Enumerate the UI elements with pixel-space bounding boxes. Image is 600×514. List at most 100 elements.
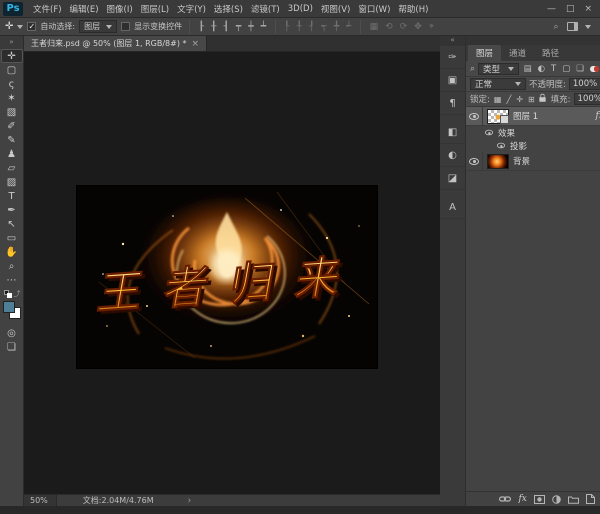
- filter-adjustment-layers-icon[interactable]: ◐: [536, 64, 546, 74]
- auto-align-icon[interactable]: ▦: [368, 22, 380, 32]
- move-tool[interactable]: ✛: [1, 49, 23, 63]
- visibility-toggle[interactable]: [466, 107, 483, 125]
- distribute-center-h-icon[interactable]: ╀: [295, 22, 303, 32]
- background-thumbnail[interactable]: [487, 154, 509, 169]
- 3d-roll-icon[interactable]: ⟳: [398, 22, 409, 32]
- blend-mode-dropdown[interactable]: 正常: [470, 78, 526, 90]
- menu-select[interactable]: 选择(S): [210, 3, 247, 15]
- eraser-tool[interactable]: ▱: [1, 161, 23, 175]
- add-layer-mask-icon[interactable]: [534, 495, 545, 504]
- opacity-field[interactable]: 100%: [569, 78, 600, 90]
- collapse-to-icons[interactable]: «: [466, 36, 600, 45]
- brush-tool[interactable]: ✎: [1, 133, 23, 147]
- lock-all-icon[interactable]: [539, 97, 545, 102]
- menu-file[interactable]: 文件(F): [29, 3, 66, 15]
- canvas-area[interactable]: 王者归来 王者归来: [24, 52, 440, 494]
- adjustments-panel-icon[interactable]: ◧: [440, 121, 466, 144]
- lock-artboard-icon[interactable]: ⊞: [527, 95, 536, 104]
- menu-help[interactable]: 帮助(H): [394, 3, 432, 15]
- quick-mask-button[interactable]: ◎: [1, 326, 23, 340]
- swap-colors-icon[interactable]: ⤴: [14, 289, 21, 299]
- show-transform-checkbox[interactable]: [121, 22, 130, 31]
- 3d-rotate-icon[interactable]: ⟲: [384, 22, 395, 32]
- link-layers-icon[interactable]: [499, 495, 511, 503]
- effects-row[interactable]: 效果: [466, 126, 600, 139]
- close-button[interactable]: ×: [584, 4, 592, 14]
- menu-layer[interactable]: 图层(L): [137, 3, 173, 15]
- distribute-left-icon[interactable]: ┞: [283, 22, 291, 32]
- zoom-level-field[interactable]: 50%: [24, 495, 57, 506]
- filter-pixel-layers-icon[interactable]: ▤: [522, 64, 533, 74]
- layer1-thumbnail[interactable]: [487, 109, 509, 124]
- drop-shadow-row[interactable]: 投影: [466, 139, 600, 152]
- marquee-tool[interactable]: ▢: [1, 63, 23, 77]
- zoom-tool[interactable]: ⌕: [1, 259, 23, 273]
- close-tab-icon[interactable]: ×: [192, 39, 200, 49]
- search-icon[interactable]: ⌕: [552, 22, 560, 32]
- menu-view[interactable]: 视图(V): [317, 3, 354, 15]
- new-group-icon[interactable]: [568, 495, 579, 504]
- menu-image[interactable]: 图像(I): [103, 3, 137, 15]
- toolbar-collapse-icon[interactable]: »: [0, 36, 23, 49]
- layer-row-layer1[interactable]: 图层 1 fx: [466, 107, 600, 126]
- menu-3d[interactable]: 3D(D): [284, 4, 317, 14]
- workspace-switcher-icon[interactable]: [567, 22, 578, 31]
- distribute-center-v-icon[interactable]: ╇: [332, 22, 340, 32]
- clone-source-panel-icon[interactable]: ▣: [440, 69, 466, 92]
- fx-badge[interactable]: fx: [595, 111, 600, 121]
- edit-toolbar-button[interactable]: ⋯: [1, 273, 23, 287]
- fill-field[interactable]: 100%: [574, 93, 600, 105]
- align-right-icon[interactable]: ┨: [222, 22, 230, 32]
- distribute-bottom-icon[interactable]: ┵: [345, 22, 353, 32]
- paragraph-panel-icon[interactable]: ¶: [440, 92, 466, 115]
- tab-layers[interactable]: 图层: [468, 45, 501, 61]
- filter-kind-dropdown[interactable]: 类型: [478, 63, 519, 75]
- lock-image-pixels-icon[interactable]: ╱: [505, 95, 512, 104]
- 3d-scale-icon[interactable]: ⌖: [427, 22, 435, 32]
- minimize-button[interactable]: —: [547, 4, 556, 14]
- menu-edit[interactable]: 编辑(E): [66, 3, 103, 15]
- lock-position-icon[interactable]: ✛: [515, 95, 524, 104]
- align-center-v-icon[interactable]: ┿: [247, 22, 255, 32]
- align-top-icon[interactable]: ┯: [234, 22, 242, 32]
- tab-paths[interactable]: 路径: [534, 45, 567, 61]
- new-adjustment-layer-icon[interactable]: [552, 495, 561, 504]
- eye-icon[interactable]: [485, 130, 493, 136]
- filter-smart-objects-icon[interactable]: ❏: [575, 64, 586, 74]
- foreground-color-swatch[interactable]: [3, 301, 15, 313]
- shape-tool[interactable]: ▭: [1, 231, 23, 245]
- filter-toggle-icon[interactable]: [590, 66, 599, 72]
- hand-tool[interactable]: ✋: [1, 245, 23, 259]
- tab-channels[interactable]: 通道: [501, 45, 534, 61]
- properties-panel-icon[interactable]: ◐: [440, 144, 466, 167]
- distribute-right-icon[interactable]: ┦: [307, 22, 315, 32]
- expand-panels-icon[interactable]: «: [440, 36, 465, 46]
- eyedropper-tool[interactable]: ✐: [1, 119, 23, 133]
- align-left-icon[interactable]: ┠: [197, 22, 205, 32]
- lasso-tool[interactable]: ς: [1, 77, 23, 91]
- auto-select-checkbox[interactable]: [27, 22, 36, 31]
- lock-transparent-pixels-icon[interactable]: ▦: [493, 95, 503, 104]
- layer-row-background[interactable]: 背景: [466, 152, 600, 171]
- tool-preset-chevron-icon[interactable]: [17, 25, 23, 29]
- menu-window[interactable]: 窗口(W): [354, 3, 394, 15]
- auto-select-target-dropdown[interactable]: 图层: [79, 20, 117, 33]
- align-center-h-icon[interactable]: ╂: [210, 22, 218, 32]
- add-layer-style-icon[interactable]: fx: [518, 494, 526, 504]
- type-tool[interactable]: T: [1, 189, 23, 203]
- styles-panel-icon[interactable]: ◪: [440, 167, 466, 190]
- quick-selection-tool[interactable]: ✶: [1, 91, 23, 105]
- eye-icon[interactable]: [497, 143, 505, 149]
- screen-mode-button[interactable]: ❏: [1, 340, 23, 354]
- align-bottom-icon[interactable]: ┷: [259, 22, 267, 32]
- 3d-drag-icon[interactable]: ✥: [413, 22, 424, 32]
- gradient-tool[interactable]: ▨: [1, 175, 23, 189]
- menu-type[interactable]: 文字(Y): [173, 3, 210, 15]
- new-layer-icon[interactable]: [586, 494, 595, 504]
- filter-shape-layers-icon[interactable]: ▢: [561, 64, 572, 74]
- brushes-panel-icon[interactable]: ✑: [440, 46, 466, 69]
- visibility-toggle[interactable]: [466, 152, 483, 170]
- character-panel-icon[interactable]: A: [440, 196, 466, 219]
- status-menu-arrow-icon[interactable]: ›: [162, 496, 192, 506]
- maximize-button[interactable]: □: [566, 4, 575, 14]
